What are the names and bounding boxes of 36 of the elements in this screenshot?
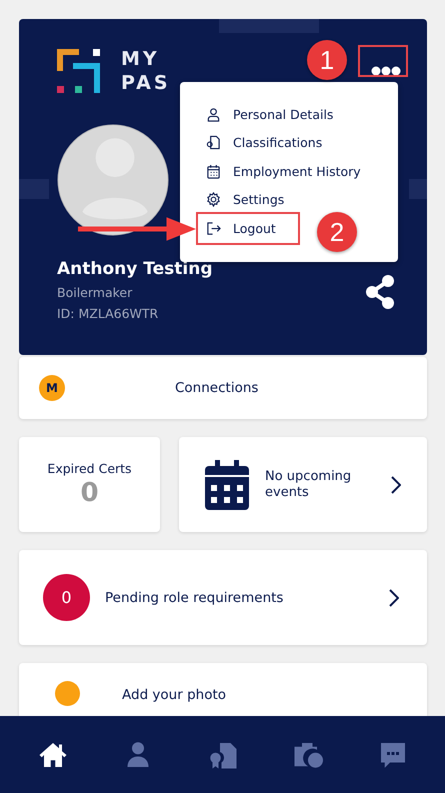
user-id: ID: MZLA66WTR <box>57 306 160 321</box>
add-photo-card[interactable]: Add your photo <box>19 663 427 716</box>
status-dot <box>55 681 80 706</box>
logo-text: PAS <box>121 71 171 95</box>
expired-certs-card[interactable]: Expired Certs 0 <box>19 437 160 532</box>
pending-count: 0 <box>43 574 90 621</box>
settings-icon <box>206 192 221 208</box>
calendar-icon <box>205 460 249 510</box>
connections-card[interactable]: M Connections <box>19 357 427 419</box>
occupation: Boilermaker <box>57 285 134 300</box>
menu-item[interactable]: Personal Details <box>180 100 398 128</box>
pending-card[interactable]: 0 Pending role requirements <box>19 550 427 645</box>
avatar-icon <box>57 124 169 236</box>
chevron-icon <box>389 588 399 606</box>
expired-certs-count: 0 <box>80 478 99 508</box>
menu-item[interactable]: Settings <box>180 186 398 214</box>
menu-item[interactable]: Employment History <box>180 157 398 186</box>
person-icon <box>206 106 221 122</box>
pending-label: Pending role requirements <box>105 590 284 606</box>
menu-item[interactable]: Classifications <box>180 128 398 157</box>
events-label: No upcoming events <box>265 468 352 500</box>
expired-certs-label: Expired Certs <box>47 461 132 476</box>
connection-badge: M <box>39 375 65 401</box>
highlight-frame <box>358 45 408 77</box>
add-photo-label: Add your photo <box>122 687 226 703</box>
logout-icon <box>206 220 221 236</box>
share-icon[interactable] <box>365 275 395 309</box>
calendar-icon <box>206 164 221 179</box>
logo-icon <box>57 49 101 93</box>
document-icon <box>206 135 221 150</box>
logo-text: MY <box>121 47 161 71</box>
menu-item[interactable]: Logout <box>198 214 298 242</box>
chevron-icon <box>391 476 401 494</box>
user-name: Anthony Testing <box>57 259 212 279</box>
connections-label: Connections <box>175 380 258 396</box>
events-card[interactable]: No upcoming events <box>179 437 427 532</box>
